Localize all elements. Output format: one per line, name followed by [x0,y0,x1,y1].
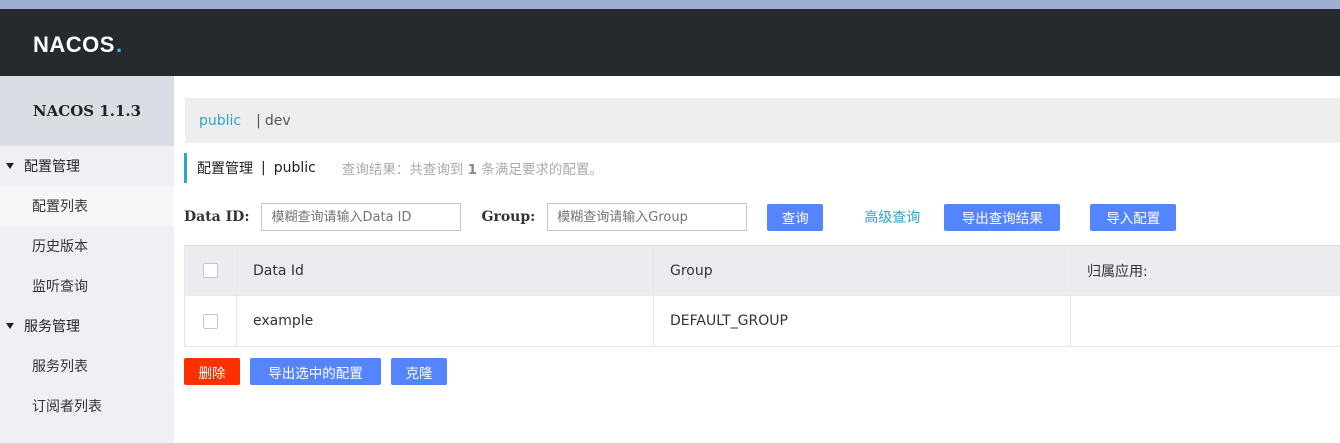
caret-down-icon [6,323,14,329]
cell-data-id: example [236,296,653,346]
page-title: 配置管理 [197,161,253,177]
cell-group: DEFAULT_GROUP [653,296,1070,346]
result-count: 1 [467,162,478,178]
advanced-query-link[interactable]: 高级查询 [864,207,920,227]
config-table: Data Id Group 归属应用: example DEFAULT_GROU… [184,245,1340,347]
column-header-app[interactable]: 归属应用: [1070,246,1340,295]
delete-button[interactable]: 删除 [184,358,240,385]
dataid-search-input[interactable] [261,203,462,231]
sidebar-item-config-list[interactable]: 配置列表 [0,186,174,226]
row-checkbox[interactable] [203,313,218,329]
dataid-label: Data ID: [184,209,250,225]
caret-down-icon [6,163,14,169]
title-accent-bar [184,153,187,183]
query-result-summary: 查询结果：共查询到 1 条满足要求的配置。 [341,162,603,178]
nav-group-label: 配置管理 [24,159,80,175]
export-results-button[interactable]: 导出查询结果 [944,203,1061,231]
nav-group-label: 服务管理 [24,319,80,335]
sidebar-item-subscribers[interactable]: 订阅者列表 [0,386,174,426]
import-config-button[interactable]: 导入配置 [1090,203,1177,231]
sidebar-item-listener[interactable]: 监听查询 [0,266,174,306]
logo-text: NACOS [33,32,115,57]
query-form: Data ID: Group: 查询 高级查询 导出查询结果 导入配置 [184,203,1177,231]
namespace-bar: public | dev [185,98,1340,143]
column-header-data-id[interactable]: Data Id [236,246,653,295]
search-button[interactable]: 查询 [767,203,824,231]
sidebar-item-service-list[interactable]: 服务列表 [0,346,174,386]
bulk-actions: 删除 导出选中的配置 克隆 [184,358,447,385]
select-all-checkbox[interactable] [203,263,218,278]
namespace-public[interactable]: public [199,113,241,129]
table-header-row: Data Id Group 归属应用: [184,245,1340,296]
group-search-input[interactable] [547,203,748,231]
group-label: Group: [481,209,536,225]
clone-button[interactable]: 克隆 [391,358,447,385]
nav-group-config[interactable]: 配置管理 [0,146,174,186]
title-namespace: public [273,160,316,176]
header-checkbox-cell [184,246,236,295]
nacos-logo[interactable]: NACOS. [33,32,123,58]
table-row[interactable]: example DEFAULT_GROUP [184,296,1340,347]
top-strip [0,0,1340,9]
cell-app [1070,296,1340,346]
nav-group-service[interactable]: 服务管理 [0,306,174,346]
page-title-row: 配置管理 | public 查询结果：共查询到 1 条满足要求的配置。 [184,153,603,183]
namespace-dev[interactable]: dev [265,113,291,129]
app-header: NACOS. [0,9,1340,76]
version-label: NACOS 1.1.3 [0,76,174,146]
sidebar-item-history[interactable]: 历史版本 [0,226,174,266]
logo-dot: . [115,32,123,57]
namespace-separator: | [256,112,261,129]
sidebar: NACOS 1.1.3 配置管理 配置列表 历史版本 监听查询 服务管理 服务列… [0,76,174,443]
column-header-group[interactable]: Group [653,246,1070,295]
export-selected-button[interactable]: 导出选中的配置 [250,358,381,385]
title-separator: | [261,160,266,176]
row-checkbox-cell [184,296,236,346]
